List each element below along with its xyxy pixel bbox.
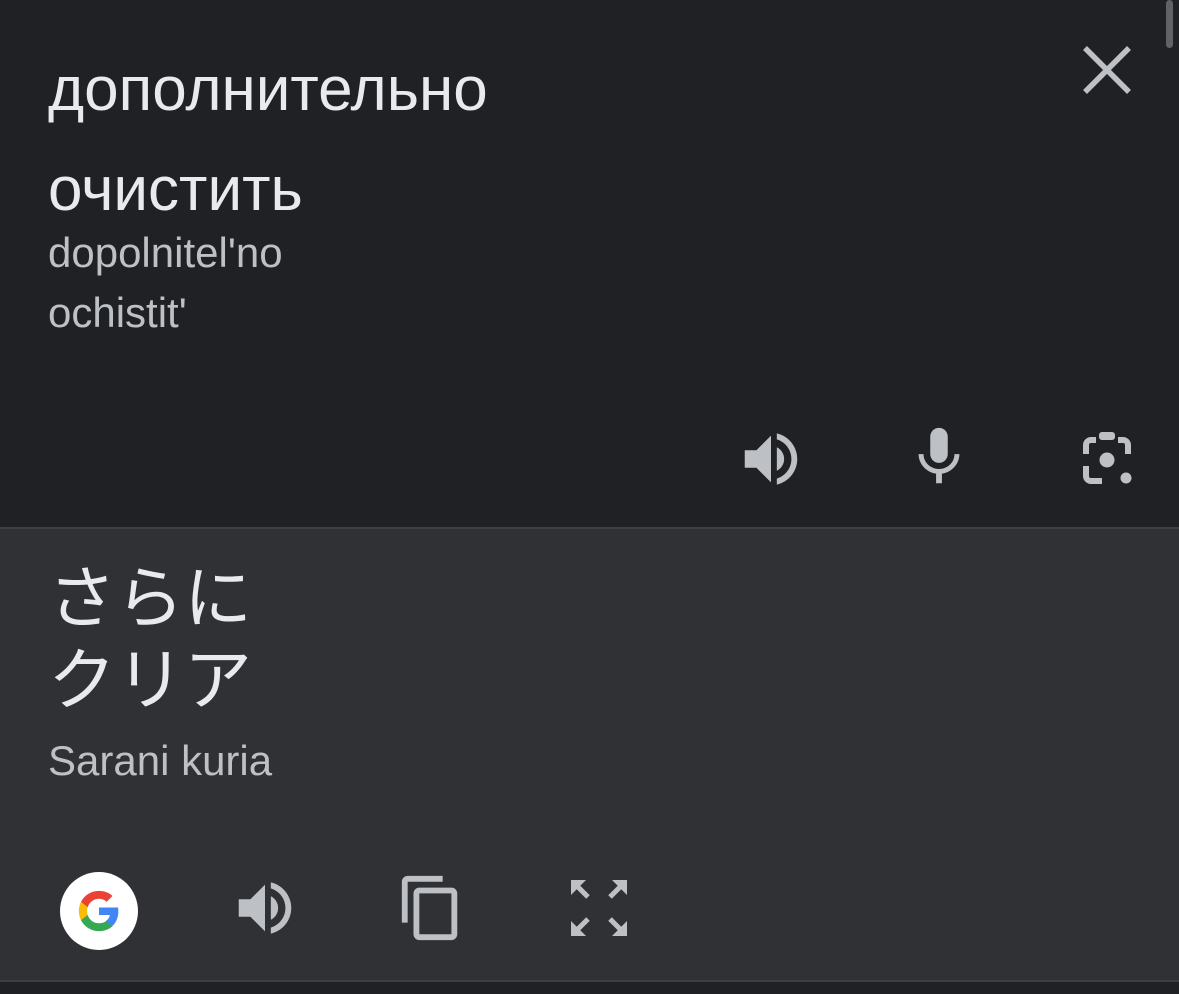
translated-transliteration: Sarani kuria: [48, 737, 273, 784]
speaker-icon: [238, 882, 292, 934]
bottom-edge: [0, 980, 1179, 994]
translation-listen-button[interactable]: [230, 873, 300, 943]
google-logo-icon: [78, 890, 119, 932]
translate-panel: дополнительно очистить dopolnitel'no och…: [0, 0, 1179, 994]
camera-button[interactable]: [1072, 424, 1142, 494]
source-transliteration: dopolnitel'no ochistit': [48, 223, 283, 343]
copy-button[interactable]: [396, 873, 466, 943]
source-text-line: дополнительно: [48, 55, 488, 124]
source-text[interactable]: дополнительно очистить: [48, 40, 488, 240]
source-transliteration-line: dopolnitel'no: [48, 229, 283, 276]
source-transliteration-line: ochistit': [48, 289, 187, 336]
camera-lens-icon: [1083, 432, 1132, 484]
speaker-icon: [744, 433, 798, 485]
close-button[interactable]: [1075, 38, 1139, 102]
source-panel: дополнительно очистить dopolnitel'no och…: [0, 0, 1179, 527]
fullscreen-icon: [571, 880, 627, 936]
translated-text-line: さらに: [48, 561, 253, 637]
scrollbar[interactable]: [1166, 0, 1173, 48]
translated-text[interactable]: さらに クリア: [48, 558, 252, 722]
google-search-button[interactable]: [60, 872, 138, 950]
close-icon: [1083, 46, 1131, 94]
translated-text-line: クリア: [48, 643, 253, 719]
copy-icon: [401, 875, 458, 941]
microphone-icon: [918, 427, 960, 484]
microphone-button[interactable]: [904, 422, 974, 492]
source-listen-button[interactable]: [736, 424, 806, 494]
fullscreen-button[interactable]: [564, 873, 634, 943]
